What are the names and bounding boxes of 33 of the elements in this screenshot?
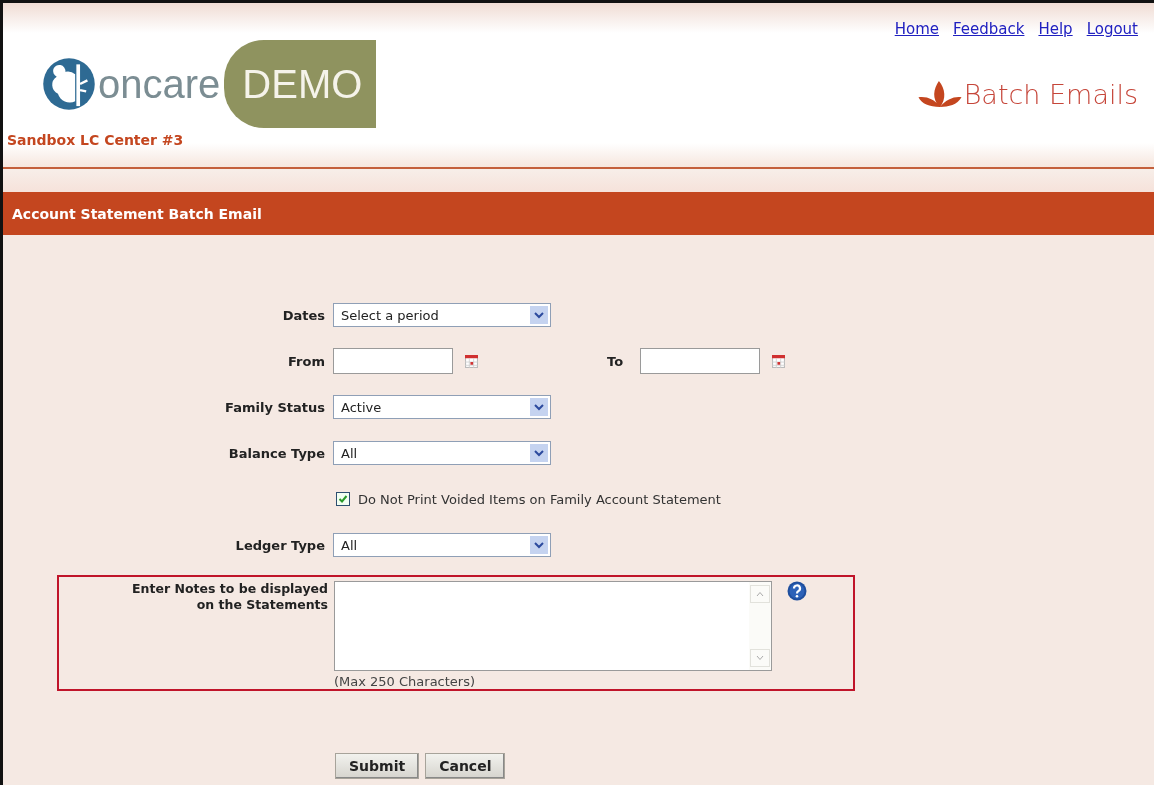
demo-badge: DEMO: [224, 40, 377, 128]
leaves-icon: [917, 80, 962, 108]
field-label: Balance Type: [227, 445, 325, 461]
checkbox[interactable]: [336, 492, 350, 506]
field-label: Ledger Type: [234, 537, 325, 553]
date-input[interactable]: [333, 348, 453, 374]
help-icon[interactable]: [787, 581, 807, 601]
nav-link[interactable]: Home: [894, 20, 939, 38]
notes-label: Enter Notes to be displayed on the Statements: [131, 581, 328, 613]
checkbox-label: Do Not Print Voided Items on Family Account Statement: [358, 491, 721, 507]
field-label: Dates: [281, 307, 325, 323]
nav-link[interactable]: Logout: [1086, 20, 1138, 38]
center-name: Sandbox LC Center #3: [7, 132, 185, 148]
dropdown[interactable]: All: [333, 533, 551, 557]
notes-textarea[interactable]: [334, 581, 772, 671]
field-label: Family Status: [224, 399, 325, 415]
field-label: From: [287, 353, 325, 369]
form-button[interactable]: Submit: [335, 753, 420, 779]
field-label: To: [607, 353, 624, 369]
section-title: Account Statement Batch Email: [12, 205, 262, 222]
calendar-icon[interactable]: [465, 354, 478, 368]
nav-link[interactable]: Help: [1038, 20, 1073, 38]
module-title: Batch Emails: [963, 81, 1138, 108]
calendar-icon[interactable]: [772, 354, 786, 368]
dropdown[interactable]: Select a period: [333, 303, 551, 327]
logo-wordmark: oncare: [98, 61, 221, 107]
dropdown[interactable]: All: [333, 441, 551, 465]
form-button[interactable]: Cancel: [425, 753, 506, 779]
character-limit-hint: (Max 250 Characters): [334, 674, 477, 689]
date-input[interactable]: [640, 348, 761, 374]
koala-logo-icon: [42, 57, 96, 111]
dropdown[interactable]: Active: [333, 395, 551, 419]
nav-link[interactable]: Feedback: [953, 20, 1025, 38]
